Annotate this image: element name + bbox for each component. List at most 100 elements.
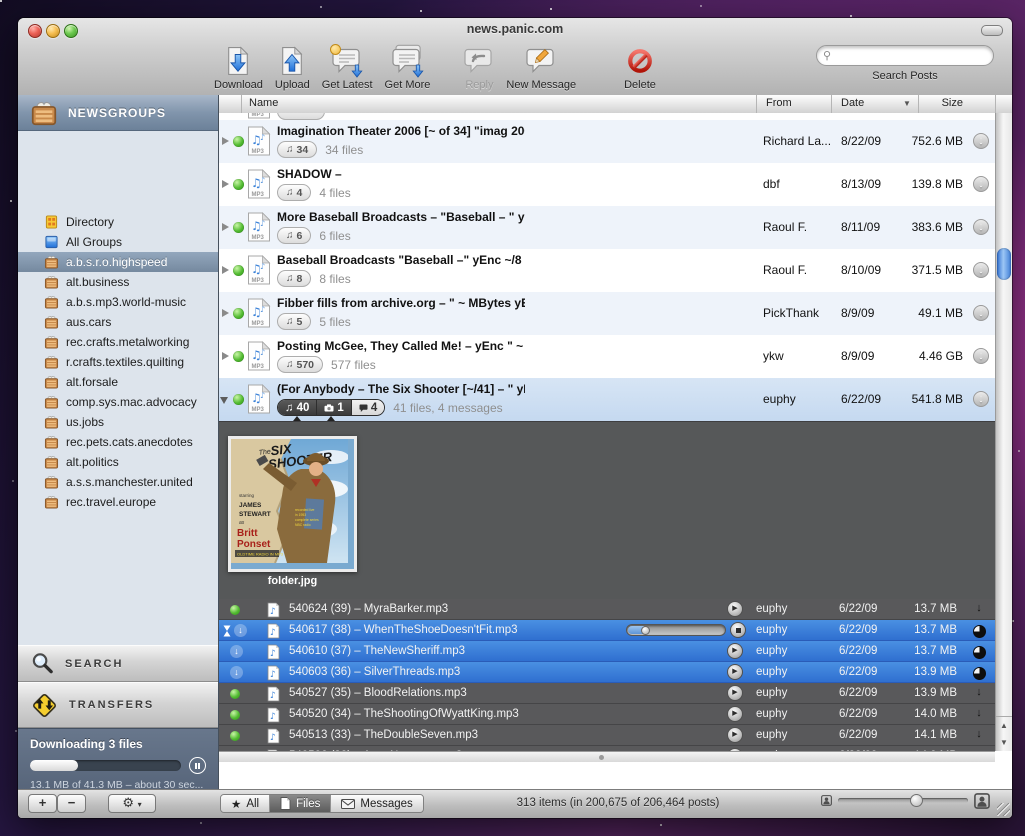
post-from: Raoul F. [763,263,835,277]
attachment-count-badge[interactable]: ♫40 1 4 [277,399,385,416]
slider-knob[interactable] [910,794,923,807]
disclosure-triangle-icon[interactable] [222,266,229,274]
search-field[interactable]: ⚲ [816,45,994,66]
sidebar-item-group[interactable]: us.jobs [18,412,218,432]
download-arrow-icon[interactable]: ↓ [972,602,986,614]
post-row[interactable]: SHADOW – ♫4 4 files dbf 8/13/09 139.8 MB… [219,163,995,206]
download-post-button[interactable]: ↓ [973,391,989,407]
scroll-down-arrow[interactable]: ▼ [996,734,1012,751]
stop-button[interactable] [730,622,746,638]
column-header-name[interactable]: Name [249,97,278,109]
play-button[interactable]: ▶ [727,643,743,659]
sidebar-item-group[interactable]: comp.sys.mac.advocacy [18,392,218,412]
play-button[interactable]: ▶ [727,601,743,617]
reply-button[interactable]: Reply [464,45,494,91]
window-resize-grip[interactable] [997,803,1010,816]
post-size: 383.6 MB [871,220,963,234]
scrollbar-thumb[interactable] [997,248,1011,280]
transfers-section-header[interactable]: TRANSFERS [18,682,218,728]
sidebar-item-group[interactable]: alt.politics [18,452,218,472]
music-note-icon: ♫ [286,187,294,198]
sidebar-item-group[interactable]: rec.pets.cats.anecdotes [18,432,218,452]
post-row[interactable]: Baseball Broadcasts "Baseball –" yEnc ~/… [219,249,995,292]
title-bar[interactable]: news.panic.com [18,18,1012,40]
play-button[interactable]: ▶ [727,706,743,722]
sidebar-item-group[interactable]: aus.cars [18,312,218,332]
filter-files-tab[interactable]: Files [270,795,331,812]
file-row[interactable]: 540520 (34) – TheShootingOfWyattKing.mp3… [219,704,995,725]
playback-slider[interactable] [626,624,726,636]
get-latest-button[interactable]: Get Latest [322,45,373,91]
disclosure-triangle-open-icon[interactable] [220,397,228,404]
music-count-badge: ♫5 [277,313,311,330]
remove-group-button[interactable]: − [57,794,86,813]
download-arrow-icon[interactable]: ↓ [972,728,986,740]
delete-button[interactable]: Delete [624,45,656,91]
sidebar-item-group[interactable]: alt.business [18,272,218,292]
sidebar-item-directory[interactable]: Directory [18,212,218,232]
file-row-queued[interactable]: ↓ 540603 (36) – SilverThreads.mp3 ▶ euph… [219,662,995,683]
file-icon [267,602,280,618]
vertical-scrollbar[interactable]: ▲▼ [995,113,1012,751]
download-post-button[interactable]: ↓ [973,219,989,235]
file-row-playing[interactable]: ↓ 540617 (38) – WhenTheShoeDoesn'tFit.mp… [219,620,995,641]
download-button[interactable]: Download [214,45,263,91]
pause-button[interactable] [189,757,206,774]
horizontal-scrollbar[interactable] [219,751,995,762]
new-message-button[interactable]: New Message [506,45,576,91]
sidebar-item-group[interactable]: a.b.s.mp3.world-music [18,292,218,312]
post-row[interactable]: More Baseball Broadcasts – "Baseball – "… [219,206,995,249]
thumbnail-size-slider[interactable] [838,798,968,803]
sidebar-item-group[interactable]: a.s.s.manchester.united [18,472,218,492]
newsgroup-icon [44,295,59,309]
file-row-queued[interactable]: ↓ 540610 (37) – TheNewSheriff.mp3 ▶ euph… [219,641,995,662]
newsgroups-header[interactable]: NEWSGROUPS [18,95,218,131]
sidebar-item-group[interactable]: rec.crafts.metalworking [18,332,218,352]
play-button[interactable]: ▶ [727,727,743,743]
playback-knob[interactable] [641,626,650,635]
sidebar-item-all-groups[interactable]: All Groups [18,232,218,252]
sidebar-item-group[interactable]: alt.forsale [18,372,218,392]
post-row[interactable]: Fibber fills from archive.org – " ~ MByt… [219,292,995,335]
get-more-button[interactable]: Get More [385,45,431,91]
download-post-button[interactable]: ↓ [973,262,989,278]
disclosure-triangle-icon[interactable] [222,223,229,231]
action-menu-button[interactable]: ⚙ ▾ [108,794,156,813]
file-icon [267,665,280,681]
post-row[interactable]: Posting McGee, They Called Me! – yEnc " … [219,335,995,378]
post-row[interactable]: Imagination Theater 2006 [~ of 34] "imag… [219,120,995,163]
album-art-thumbnail[interactable]: The SIX SHOOTER sta [228,436,357,572]
downloading-arrow-icon: ↓ [230,645,243,658]
disclosure-triangle-icon[interactable] [222,137,229,145]
disclosure-triangle-icon[interactable] [222,180,229,188]
column-header-size[interactable]: Size [879,97,963,109]
sidebar-item-group[interactable]: r.crafts.textiles.quilting [18,352,218,372]
status-dot-icon [230,731,240,741]
column-header-from[interactable]: From [766,97,792,109]
add-group-button[interactable]: + [28,794,57,813]
disclosure-triangle-icon[interactable] [222,309,229,317]
post-row-selected[interactable]: (For Anybody – The Six Shooter [~/41] – … [219,378,995,421]
download-post-button[interactable]: ↓ [973,176,989,192]
download-arrow-icon[interactable]: ↓ [972,686,986,698]
file-row[interactable]: 540513 (33) – TheDoubleSeven.mp3 ▶ euphy… [219,725,995,746]
sidebar-item-group[interactable]: rec.travel.europe [18,492,218,512]
disclosure-triangle-icon[interactable] [222,352,229,360]
search-input[interactable] [835,48,987,64]
upload-button[interactable]: Upload [275,45,310,91]
scrollbar-arrows[interactable]: ▲▼ [996,716,1012,751]
download-arrow-icon[interactable]: ↓ [972,707,986,719]
scroll-up-arrow[interactable]: ▲ [996,717,1012,734]
play-button[interactable]: ▶ [727,664,743,680]
download-post-button[interactable]: ↓ [973,133,989,149]
column-header-date[interactable]: Date [841,97,864,109]
search-section-header[interactable]: SEARCH [18,645,218,682]
download-post-button[interactable]: ↓ [973,305,989,321]
sidebar-item-group[interactable]: a.b.s.r.o.highspeed [18,252,218,272]
file-row[interactable]: 540527 (35) – BloodRelations.mp3 ▶ euphy… [219,683,995,704]
filter-all-tab[interactable]: ★All [221,795,270,812]
download-post-button[interactable]: ↓ [973,348,989,364]
toolbar-toggle-button[interactable] [981,25,1003,36]
play-button[interactable]: ▶ [727,685,743,701]
file-row[interactable]: 540624 (39) – MyraBarker.mp3 ▶ euphy 6/2… [219,599,995,620]
